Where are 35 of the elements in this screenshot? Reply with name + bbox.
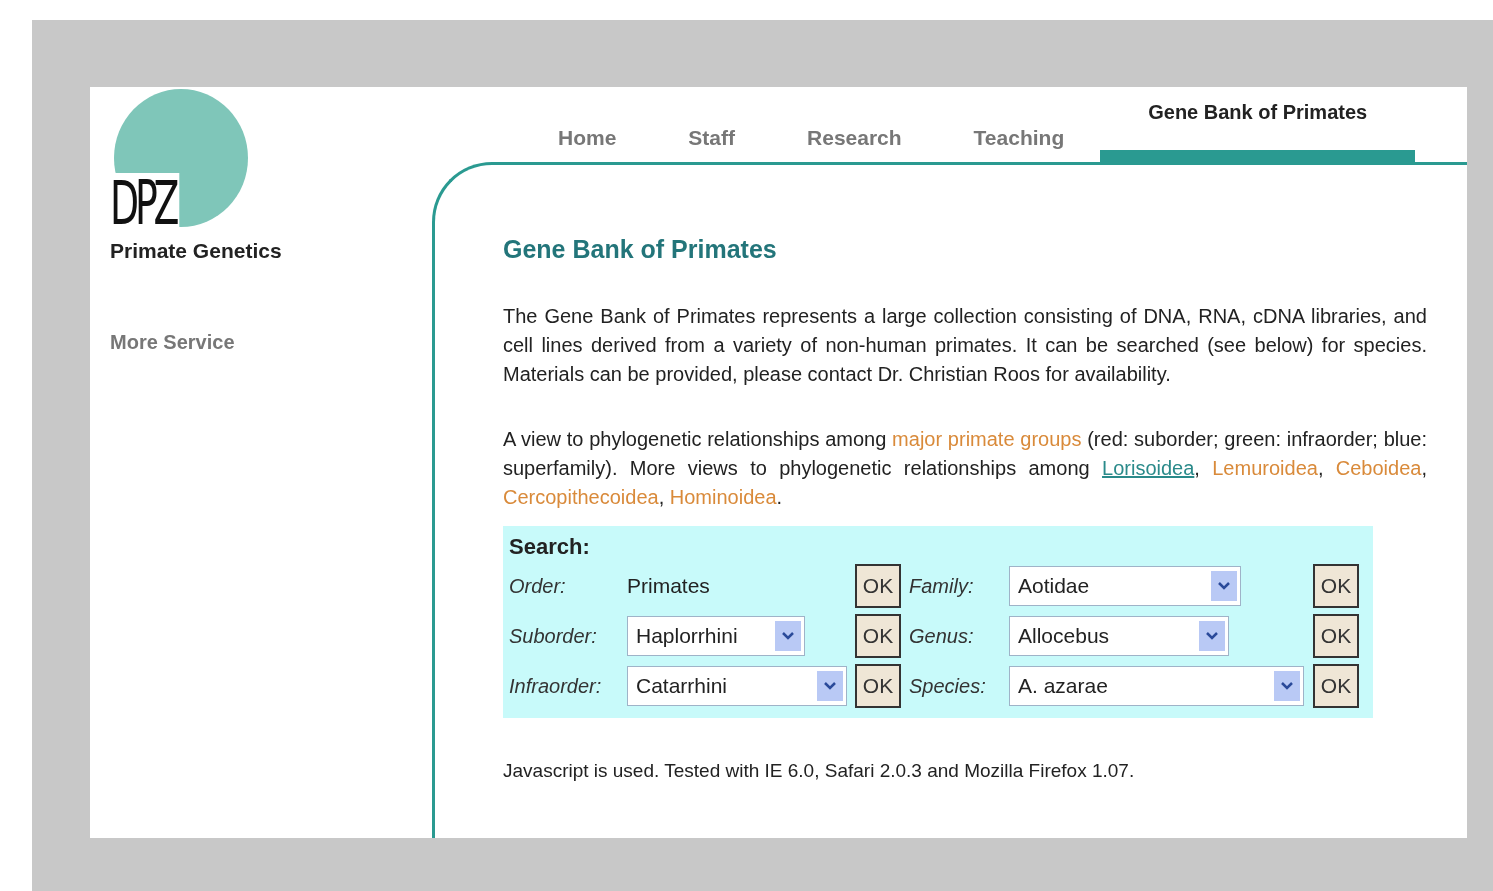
dropdown[interactable]: Allocebus	[1009, 616, 1229, 656]
nav-tab[interactable]: Gene Bank of Primates	[1100, 87, 1416, 162]
ok-button[interactable]: OK	[1313, 614, 1359, 658]
ok-button[interactable]: OK	[855, 664, 901, 708]
field-label: Genus:	[909, 624, 975, 648]
chevron-down-icon	[824, 682, 836, 690]
dropdown[interactable]: Haplorrhini	[627, 616, 805, 656]
dropdown[interactable]: Aotidae	[1009, 566, 1241, 606]
ok-button[interactable]: OK	[855, 614, 901, 658]
footer-note: Javascript is used. Tested with IE 6.0, Safari 2.0.3 and Mozilla Firefox 1.07.	[503, 760, 1136, 782]
sidebar-link[interactable]: More Service	[110, 331, 432, 354]
logo-subtitle: Primate Genetics	[110, 239, 283, 263]
ok-button[interactable]: OK	[1313, 664, 1359, 708]
chevron-down-icon	[1218, 582, 1230, 590]
field-label: Species:	[909, 674, 987, 698]
dropdown[interactable]: A. azarae	[1009, 666, 1304, 706]
dropdown[interactable]: Catarrhini	[627, 666, 847, 706]
chevron-down-icon	[1206, 632, 1218, 640]
search-title: Search:	[509, 534, 591, 560]
ok-button[interactable]: OK	[855, 564, 901, 608]
chevron-down-icon	[1281, 682, 1293, 690]
chevron-down-icon	[782, 632, 794, 640]
nav-tab[interactable]: Home	[522, 126, 653, 162]
nav-tab[interactable]: Research	[771, 126, 938, 162]
ok-button[interactable]: OK	[1313, 564, 1359, 608]
nav-tab[interactable]: Staff	[652, 126, 772, 162]
field-value: Primates	[627, 574, 710, 597]
intro-paragraph: The Gene Bank of Primates represents a large collection consisting of DNA, RNA, cDNA libraries, and cell lines derived from a variety of non-human primates. It can be searched (see below) for species. Materials can be provided, please contact Dr. Christian Roos for availability.	[503, 304, 1427, 387]
page-heading: Gene Bank of Primates	[503, 235, 778, 264]
field-label: Family:	[909, 574, 975, 598]
relations-paragraph: A view to phylogenetic relationships among major primate groups (red: suborder; green: infraorder; blue: superfamily). More views to phylogenetic relationships among Lorisoidea, Lemuroidea, Ceboidea, Cercopithecoidea, Hominoidea.	[503, 427, 1427, 510]
field-label: Suborder:	[509, 624, 598, 648]
nav-tab[interactable]: Teaching	[937, 126, 1101, 162]
field-label: Order:	[509, 574, 567, 598]
field-label: Infraorder:	[509, 674, 603, 698]
